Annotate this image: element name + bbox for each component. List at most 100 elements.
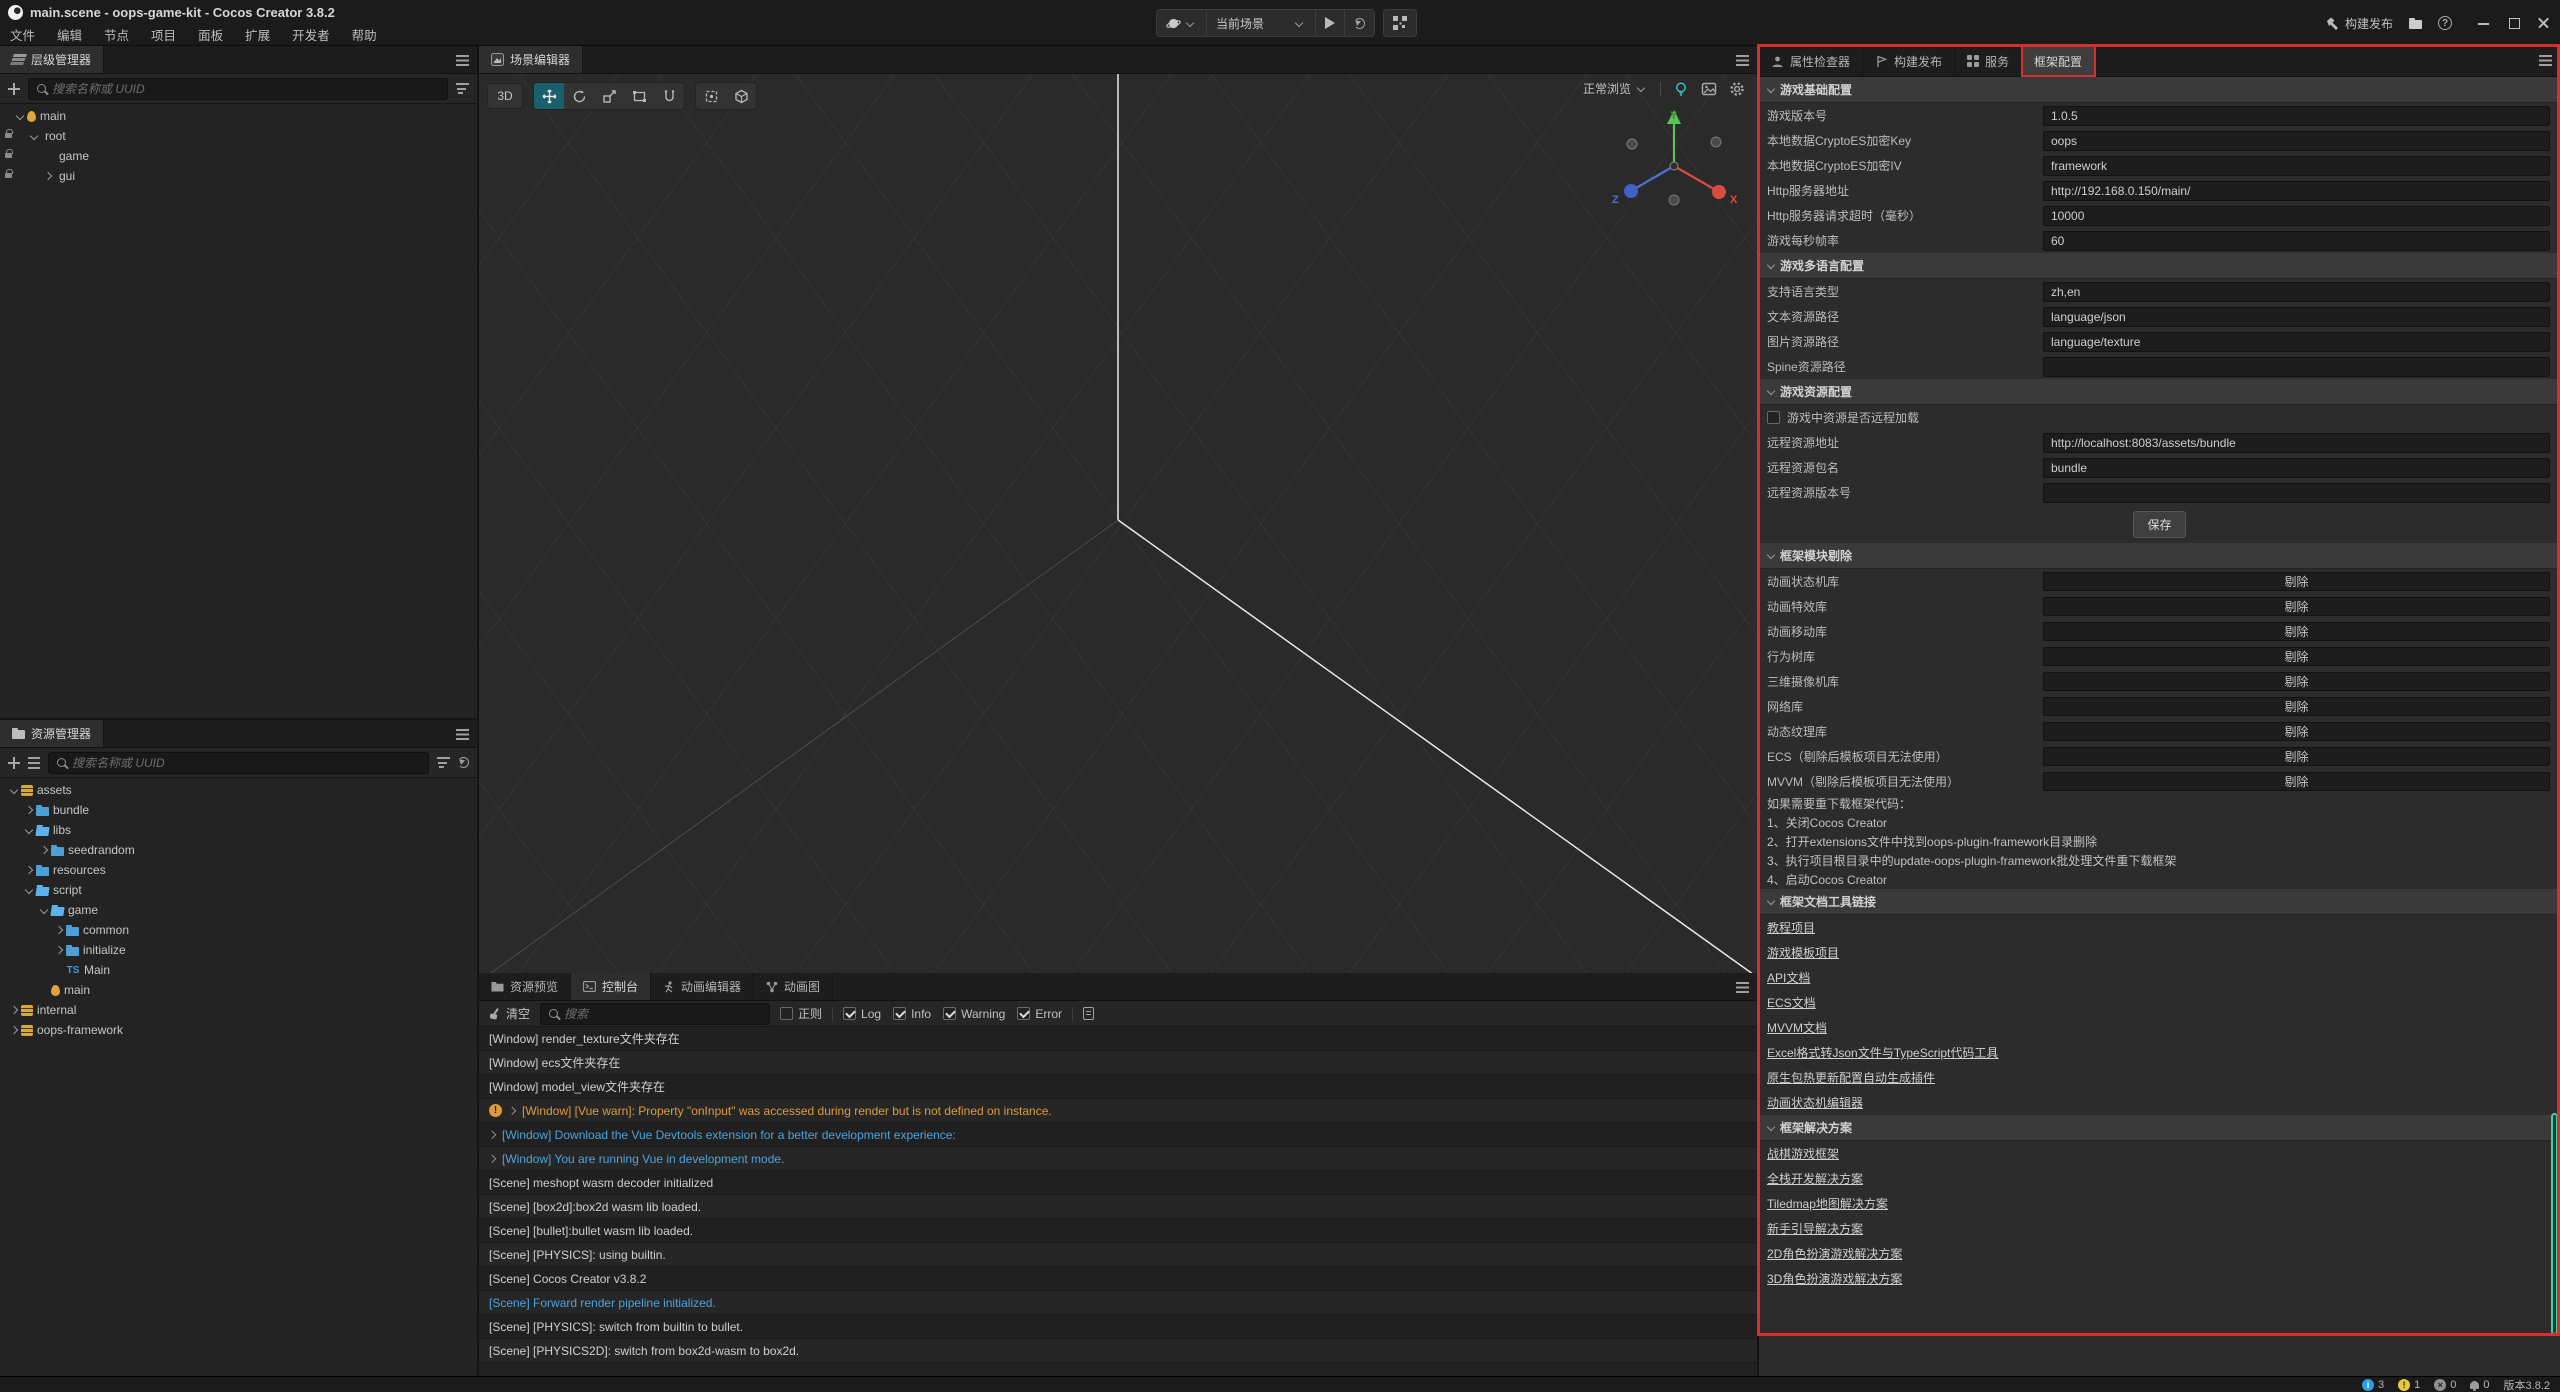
caret-right-icon[interactable] [55, 947, 62, 954]
expand-caret-icon[interactable] [509, 1108, 515, 1114]
module-remove-button[interactable]: 剔除 [2043, 647, 2550, 666]
preview-device-button[interactable] [1157, 10, 1207, 36]
sort-assets-button[interactable] [28, 757, 40, 769]
console-message[interactable]: ![Window] [Vue warn]: Property "onInput"… [479, 1099, 1757, 1123]
caret-down-icon[interactable] [40, 907, 47, 914]
filter-checkbox[interactable] [893, 1007, 906, 1020]
property-input[interactable] [2043, 131, 2550, 151]
coordinate-mode-button[interactable] [726, 83, 756, 109]
assets-refresh-button[interactable] [458, 757, 469, 768]
caret-right-icon[interactable] [44, 173, 51, 180]
caret-down-icon[interactable] [25, 887, 32, 894]
help-icon[interactable]: ? [2438, 16, 2452, 30]
hierarchy-filter-button[interactable] [456, 83, 469, 94]
doc-link[interactable]: Tiledmap地图解决方案 [1767, 1195, 1888, 1212]
scene-menu-icon[interactable] [1736, 55, 1749, 66]
status-notifications[interactable]: 0 [2470, 1379, 2489, 1391]
menu-item-3[interactable]: 项目 [151, 25, 176, 44]
tree-row[interactable]: resources [0, 860, 477, 880]
menu-item-6[interactable]: 开发者 [292, 25, 330, 44]
caret-down-icon[interactable] [1767, 552, 1774, 559]
anchor-tool-button[interactable] [654, 83, 684, 109]
orientation-gizmo[interactable]: Y X Z [1604, 104, 1744, 234]
menu-item-7[interactable]: 帮助 [352, 25, 377, 44]
property-input[interactable] [2043, 282, 2550, 302]
hierarchy-search-input[interactable] [52, 82, 439, 96]
console-message[interactable]: [Scene] [box2d]:box2d wasm lib loaded. [479, 1195, 1757, 1219]
property-input[interactable] [2043, 458, 2550, 478]
expand-caret-icon[interactable] [489, 1132, 495, 1138]
move-tool-button[interactable] [534, 83, 564, 109]
project-folder-icon[interactable] [2409, 20, 2422, 29]
section-header[interactable]: 游戏基础配置 [1759, 77, 2560, 103]
preview-qr-button[interactable] [1383, 9, 1417, 37]
console-message[interactable]: [Window] render_texture文件夹存在 [479, 1027, 1757, 1051]
caret-down-icon[interactable] [25, 827, 32, 834]
tab-scene-editor[interactable]: 场景编辑器 [479, 46, 583, 73]
scene-select-dropdown[interactable]: 当前场景 [1207, 10, 1316, 36]
tree-row[interactable]: initialize [0, 940, 477, 960]
hierarchy-search[interactable] [28, 78, 448, 100]
doc-link[interactable]: 战棋游戏框架 [1767, 1145, 1839, 1162]
property-input[interactable] [2043, 332, 2550, 352]
section-header[interactable]: 框架模块剔除 [1759, 543, 2560, 569]
filter-checkbox[interactable] [843, 1007, 856, 1020]
scene-image-icon[interactable] [1701, 81, 1717, 97]
tree-row[interactable]: game [0, 146, 477, 166]
module-remove-button[interactable]: 剔除 [2043, 722, 2550, 741]
console-message[interactable]: [Scene] Cocos Creator v3.8.2 [479, 1267, 1757, 1291]
property-input[interactable] [2043, 206, 2550, 226]
doc-link[interactable]: 动画状态机编辑器 [1767, 1094, 1863, 1111]
console-message[interactable]: [Window] Download the Vue Devtools exten… [479, 1123, 1757, 1147]
status-info-count[interactable]: i 3 [2362, 1379, 2384, 1391]
caret-right-icon[interactable] [25, 807, 32, 814]
expand-caret-icon[interactable] [489, 1156, 495, 1162]
log-file-button[interactable] [1083, 1007, 1094, 1020]
filter-checkbox[interactable] [1017, 1007, 1030, 1020]
doc-link[interactable]: 3D角色扮演游戏解决方案 [1767, 1270, 1902, 1287]
console-message[interactable]: [Window] model_view文件夹存在 [479, 1075, 1757, 1099]
menu-item-2[interactable]: 节点 [104, 25, 129, 44]
module-remove-button[interactable]: 剔除 [2043, 572, 2550, 591]
console-message[interactable]: [Scene] [PHYSICS]: using builtin. [479, 1243, 1757, 1267]
caret-right-icon[interactable] [40, 847, 47, 854]
maximize-button[interactable] [2508, 17, 2520, 29]
console-message[interactable]: [Window] You are running Vue in developm… [479, 1147, 1757, 1171]
section-header[interactable]: 游戏资源配置 [1759, 379, 2560, 405]
property-input[interactable] [2043, 106, 2550, 126]
pivot-mode-button[interactable] [696, 83, 726, 109]
menu-item-0[interactable]: 文件 [10, 25, 35, 44]
tree-row[interactable]: bundle [0, 800, 477, 820]
section-header[interactable]: 游戏多语言配置 [1759, 253, 2560, 279]
scene-settings-gear-icon[interactable] [1729, 81, 1745, 97]
tree-row[interactable]: seedrandom [0, 840, 477, 860]
console-message[interactable]: [Scene] meshopt wasm decoder initialized [479, 1171, 1757, 1195]
caret-right-icon[interactable] [10, 1007, 17, 1014]
caret-down-icon[interactable] [1767, 898, 1774, 905]
caret-right-icon[interactable] [10, 1027, 17, 1034]
section-header[interactable]: 框架解决方案 [1759, 1115, 2560, 1141]
module-remove-button[interactable]: 剔除 [2043, 597, 2550, 616]
close-button[interactable] [2538, 17, 2550, 29]
tree-row[interactable]: common [0, 920, 477, 940]
filter-error[interactable]: Error [1017, 1007, 1062, 1021]
assets-search-input[interactable] [72, 756, 420, 770]
menu-item-5[interactable]: 扩展 [245, 25, 270, 44]
caret-down-icon[interactable] [10, 787, 17, 794]
doc-link[interactable]: 全栈开发解决方案 [1767, 1170, 1863, 1187]
filter-log[interactable]: Log [843, 1007, 881, 1021]
property-input[interactable] [2043, 433, 2550, 453]
doc-link[interactable]: 2D角色扮演游戏解决方案 [1767, 1245, 1902, 1262]
tree-row[interactable]: TSMain [0, 960, 477, 980]
menu-item-1[interactable]: 编辑 [57, 25, 82, 44]
restart-button[interactable] [1345, 10, 1374, 36]
tree-row[interactable]: game [0, 900, 477, 920]
tab-assets[interactable]: 资源管理器 [0, 720, 104, 747]
caret-right-icon[interactable] [25, 867, 32, 874]
status-error-count[interactable]: × 0 [2434, 1379, 2456, 1391]
scale-tool-button[interactable] [594, 83, 624, 109]
property-input[interactable] [2043, 156, 2550, 176]
assets-menu-icon[interactable] [456, 729, 469, 740]
tree-row[interactable]: internal [0, 1000, 477, 1020]
module-remove-button[interactable]: 剔除 [2043, 747, 2550, 766]
